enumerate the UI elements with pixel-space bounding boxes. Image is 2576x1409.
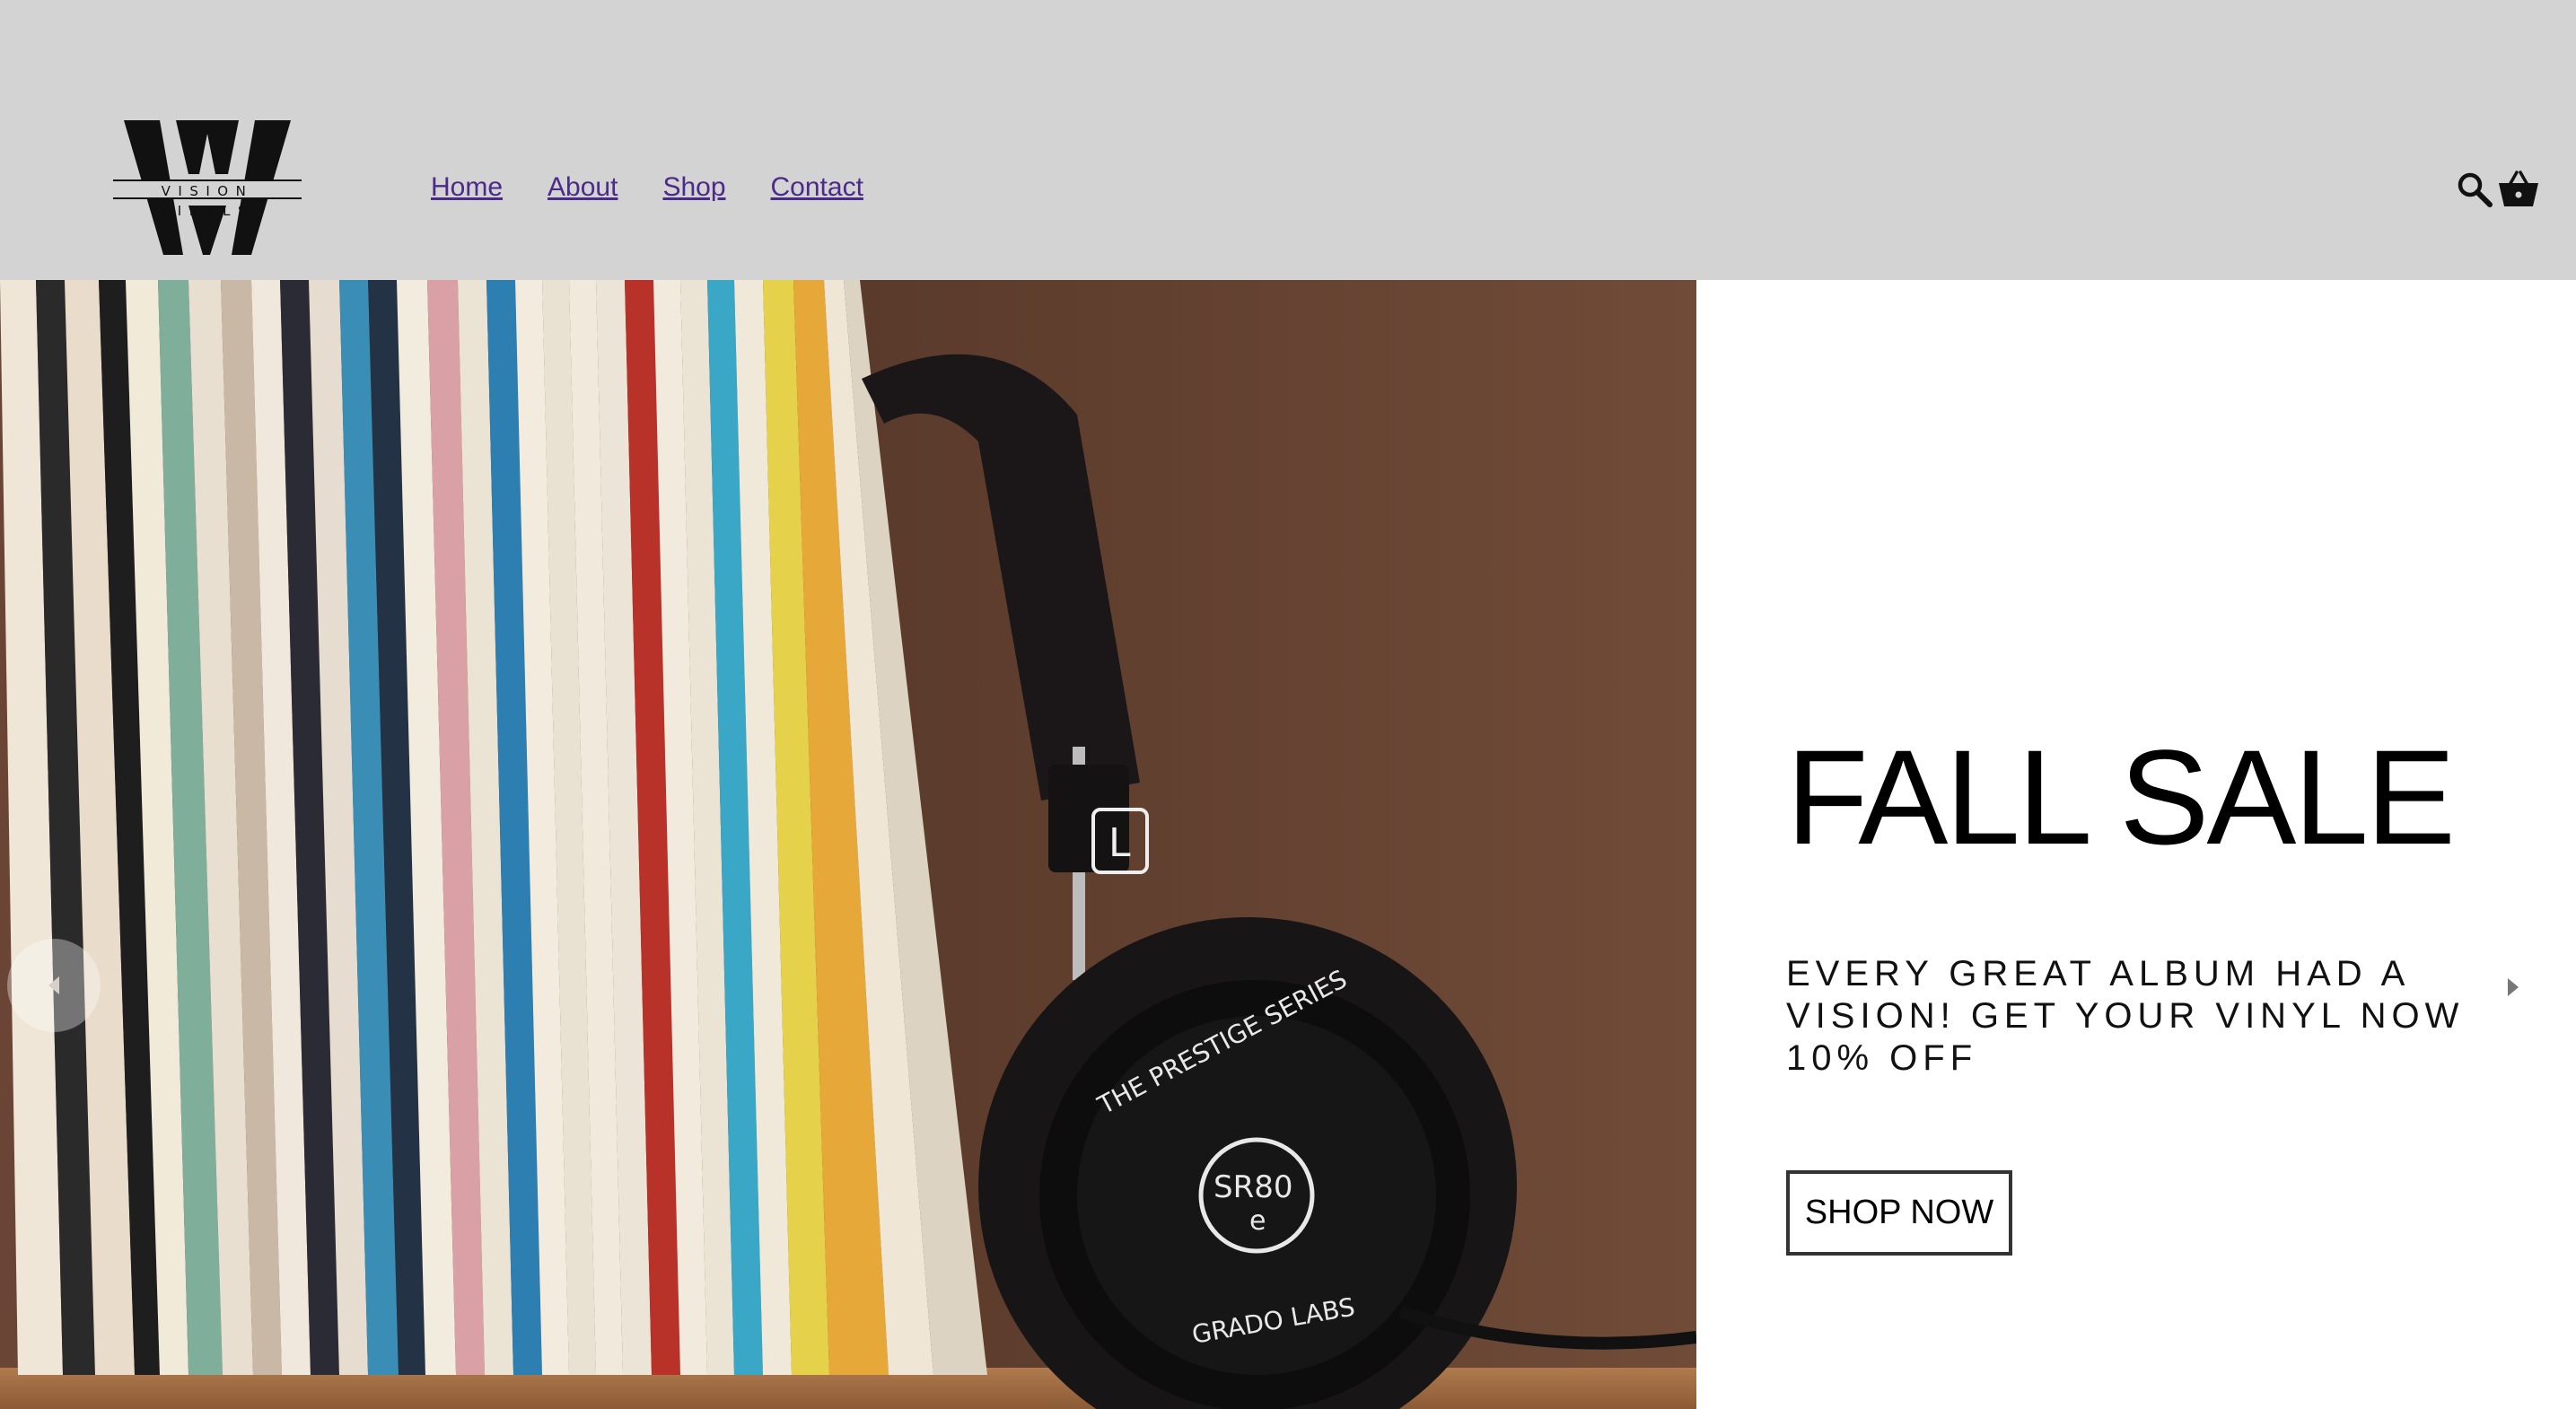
svg-text:SR80: SR80 bbox=[1214, 1169, 1292, 1205]
search-icon[interactable] bbox=[2456, 171, 2493, 208]
chevron-left-icon bbox=[48, 976, 59, 994]
nav-link-home[interactable]: Home bbox=[431, 172, 503, 203]
shop-now-button[interactable]: SHOP NOW bbox=[1786, 1170, 2012, 1256]
site-header: VISION VINYLS Home About Shop Contact bbox=[0, 0, 2576, 280]
chevron-right-icon bbox=[2508, 978, 2519, 996]
nav-link-about[interactable]: About bbox=[548, 172, 618, 203]
hero-title: FALL SALE bbox=[1786, 722, 2456, 872]
logo-wordmark: VISION VINYLS bbox=[113, 179, 302, 219]
svg-text:L: L bbox=[1108, 820, 1131, 866]
carousel-prev-button[interactable] bbox=[7, 939, 101, 1032]
svg-text:e: e bbox=[1249, 1205, 1266, 1237]
main-nav: Home About Shop Contact bbox=[431, 172, 863, 203]
hero-image-records-headphones: L SR80 e THE PRESTIGE SERIES GRADO LABS bbox=[0, 280, 1696, 1409]
nav-link-contact[interactable]: Contact bbox=[771, 172, 863, 203]
carousel-next-button[interactable] bbox=[2502, 971, 2524, 1003]
vision-vinyls-logo[interactable]: VISION VINYLS bbox=[113, 120, 302, 257]
hero-subtitle: EVERY GREAT ALBUM HAD A VISION! GET YOUR… bbox=[1786, 954, 2465, 1078]
records-and-headphones-illustration: L SR80 e THE PRESTIGE SERIES GRADO LABS bbox=[0, 280, 1696, 1409]
nav-link-shop[interactable]: Shop bbox=[662, 172, 725, 203]
basket-icon[interactable] bbox=[2497, 169, 2540, 208]
hero-promo-panel: FALL SALE EVERY GREAT ALBUM HAD A VISION… bbox=[1696, 280, 2576, 1409]
